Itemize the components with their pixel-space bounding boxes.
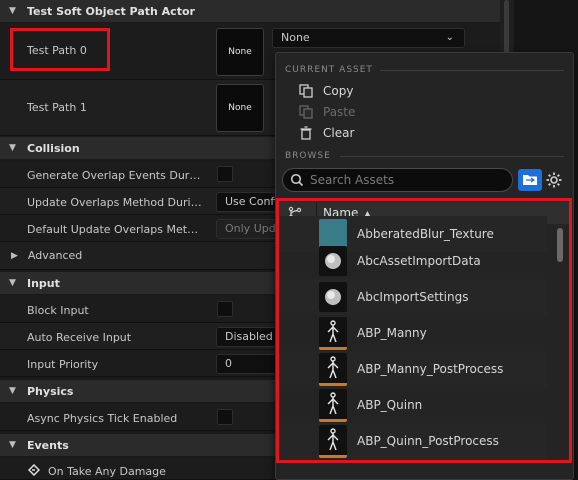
combo-value: None (281, 31, 310, 44)
clear-menu-item[interactable]: Clear (299, 126, 354, 140)
asset-thumbnail-test-path-0[interactable]: None (216, 28, 264, 76)
search-icon (290, 173, 304, 187)
property-label-test-path-1: Test Path 1 (27, 101, 87, 114)
expand-arrow-icon: ▼ (9, 386, 16, 396)
input-priority-field[interactable]: 0 (216, 354, 278, 374)
expand-arrow-icon: ▼ (9, 143, 16, 153)
heading-divider (380, 70, 564, 71)
thumbnail-none-text: None (228, 103, 252, 113)
settings-gear-icon[interactable] (545, 171, 563, 189)
folder-icon (523, 175, 537, 185)
expand-arrow-icon: ▼ (9, 440, 16, 450)
property-label: Async Physics Tick Enabled (27, 412, 178, 425)
combo-value: Use Confi (225, 195, 278, 208)
asset-thumbnail-test-path-1[interactable]: None (216, 84, 264, 132)
async-physics-checkbox[interactable] (217, 409, 233, 425)
advanced-label: Advanced (27, 249, 83, 262)
heading-divider (340, 156, 564, 157)
property-label: Update Overlaps Method During... (27, 196, 202, 209)
combo-value: Only Upda (225, 222, 278, 235)
asset-picker-combo-test-path-0[interactable]: None ⌄ (272, 28, 465, 48)
section-title: Test Soft Object Path Actor (27, 4, 195, 18)
event-diamond-icon (27, 463, 41, 477)
search-placeholder: Search Assets (310, 173, 395, 187)
field-value: 0 (225, 357, 232, 370)
expand-arrow-icon: ▼ (9, 278, 16, 288)
property-label: Input Priority (27, 358, 99, 371)
expand-arrow-right-icon: ▶ (11, 250, 18, 261)
property-label: Block Input (27, 304, 89, 317)
paste-icon (299, 105, 313, 119)
property-label-test-path-0: Test Path 0 (27, 44, 87, 57)
copy-menu-item[interactable]: Copy (299, 84, 353, 98)
paste-label: Paste (323, 105, 356, 119)
section-test-soft-object-path-actor[interactable]: ▼ Test Soft Object Path Actor (0, 0, 500, 22)
property-label: Auto Receive Input (27, 331, 132, 344)
section-title: Events (27, 438, 69, 452)
update-overlaps-combo[interactable]: Use Confi (216, 192, 278, 212)
paste-menu-item[interactable]: Paste (299, 105, 355, 119)
section-title: Physics (27, 384, 74, 398)
section-title: Input (27, 276, 60, 290)
trash-icon (299, 126, 313, 140)
block-input-checkbox[interactable] (217, 301, 233, 317)
default-update-overlaps-combo[interactable]: Only Upda (216, 219, 278, 239)
browse-heading: BROWSE (285, 151, 331, 161)
thumbnail-none-text: None (228, 47, 252, 57)
clear-label: Clear (323, 126, 355, 140)
expand-arrow-icon: ▼ (9, 6, 16, 16)
highlight-box-asset-list (276, 198, 572, 463)
property-label: Generate Overlap Events During... (27, 169, 202, 182)
auto-receive-input-combo[interactable]: Disabled (216, 327, 278, 347)
property-label: Default Update Overlaps Method... (27, 223, 202, 236)
chevron-down-icon: ⌄ (445, 32, 454, 43)
search-assets-input[interactable]: Search Assets (282, 168, 513, 192)
copy-icon (299, 84, 313, 98)
generate-overlap-checkbox[interactable] (217, 166, 233, 182)
current-asset-heading: CURRENT ASSET (285, 65, 373, 75)
browse-to-asset-button[interactable] (518, 169, 542, 191)
section-title: Collision (27, 141, 80, 155)
property-label: On Take Any Damage (48, 465, 166, 478)
copy-label: Copy (323, 84, 354, 98)
combo-value: Disabled (225, 330, 273, 343)
